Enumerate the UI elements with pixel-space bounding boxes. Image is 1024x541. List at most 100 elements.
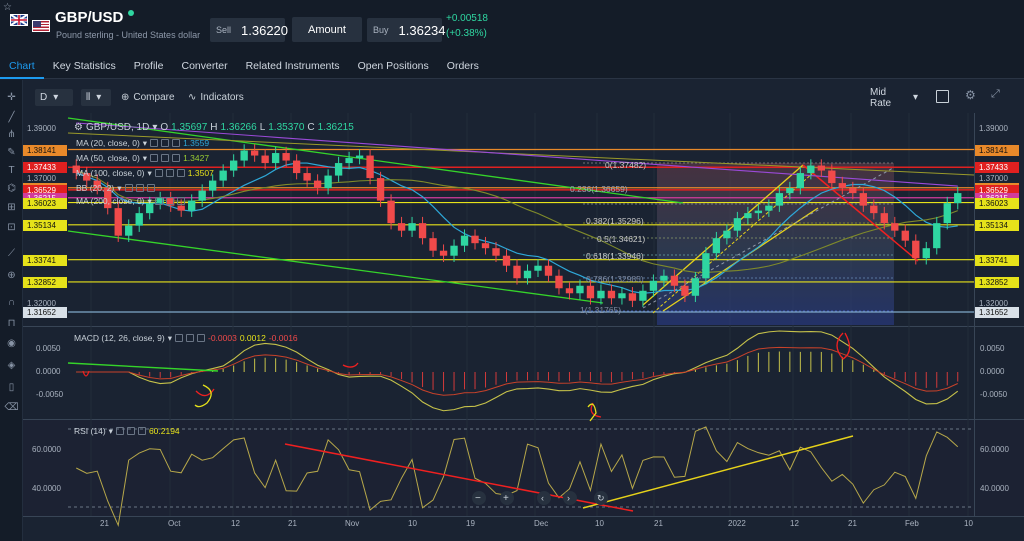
prediction-icon[interactable]: ⊞ (4, 200, 19, 214)
eye-icon[interactable] (154, 169, 163, 177)
right-price-label: 1.33741 (975, 254, 1019, 266)
ruler-icon[interactable]: ⟋ (4, 246, 19, 260)
layers-icon[interactable]: ◈ (4, 358, 19, 372)
candle-body (628, 293, 637, 301)
chart-type-select[interactable]: ⫴ ▾ (81, 89, 111, 106)
eye-icon[interactable] (150, 139, 159, 147)
magnet-icon[interactable]: ∩ (4, 295, 19, 309)
settings-icon[interactable] (135, 184, 144, 192)
settings-icon[interactable] (185, 334, 194, 342)
zoom-out-glyph: − (475, 493, 481, 504)
scroll-right-icon[interactable] (563, 491, 577, 505)
star-icon[interactable]: ☆ (3, 2, 12, 13)
legend-ma50[interactable]: MA (50, close, 0) ▾ 1.3427 (76, 153, 209, 163)
low-label: L (259, 122, 266, 133)
crosshair-icon[interactable]: ✛ (4, 90, 19, 104)
scroll-left-icon[interactable] (537, 491, 551, 505)
interval-select[interactable]: D ▾ (35, 89, 73, 106)
candle-body (744, 213, 752, 219)
tab-converter[interactable]: Converter (172, 55, 236, 79)
eye-icon[interactable] (174, 334, 183, 342)
lock-icon[interactable]: ⊓ (4, 316, 19, 330)
chevron-down-icon: ▾ (912, 92, 918, 103)
macd-scale-right-3: -0.0050 (980, 390, 1008, 399)
close-icon[interactable] (176, 169, 185, 177)
instrument-header: ☆ GBP/USD Pound sterling - United States… (0, 0, 1024, 55)
settings-icon[interactable] (126, 427, 135, 435)
settings-icon[interactable] (161, 154, 170, 162)
candle-body (586, 285, 595, 299)
tab-chart[interactable]: Chart (0, 55, 44, 79)
legend-ma20[interactable]: MA (20, close, 0) ▾ 1.3559 (76, 138, 209, 148)
candles-icon: ⫴ (86, 92, 91, 103)
compare-button[interactable]: ⊕ Compare (121, 89, 175, 106)
candle-body (397, 223, 406, 231)
chevron-down-icon: ▾ (108, 426, 113, 436)
right-price-label: 1.36023 (975, 197, 1019, 209)
pattern-icon[interactable]: ⌬ (4, 181, 19, 195)
trash-icon[interactable]: ⌫ (4, 400, 19, 414)
price-change: +0.00518 (446, 13, 488, 24)
eye-icon[interactable] (154, 197, 163, 205)
right-price-label: 1.31652 (975, 307, 1019, 318)
pitchfork-icon[interactable]: ⋔ (4, 127, 19, 141)
legend-ma100[interactable]: MA (100, close, 0) ▾ 1.3507 (76, 168, 214, 178)
buy-button[interactable]: Buy 1.36234 (367, 18, 446, 42)
ma20-label: MA (20, close, 0) (76, 138, 140, 148)
tab-open-positions[interactable]: Open Positions (349, 55, 438, 79)
close-icon[interactable] (176, 197, 185, 205)
shapes-icon[interactable]: ⊡ (4, 220, 19, 234)
rsi-legend[interactable]: RSI (14) ▾ 60.2194 (74, 426, 180, 436)
close-icon[interactable] (172, 139, 181, 147)
trendline-icon[interactable]: ╱ (4, 110, 19, 124)
candle-body (471, 235, 479, 244)
chevron-down-icon: ▾ (142, 138, 148, 148)
settings-icon[interactable] (165, 169, 174, 177)
close-icon[interactable] (196, 334, 205, 342)
gear-icon[interactable]: ⚙ (965, 88, 976, 102)
candle-body (450, 245, 458, 256)
close-icon[interactable] (172, 154, 181, 162)
interval-value: D (40, 92, 48, 103)
legend-bb[interactable]: BB (20, 2) ▾ (76, 183, 155, 193)
tab-related-instruments[interactable]: Related Instruments (237, 55, 349, 79)
left-price-label: 1.39000 (27, 124, 56, 133)
tab-profile[interactable]: Profile (125, 55, 173, 79)
amount-input[interactable]: Amount (292, 17, 362, 42)
close-icon[interactable] (146, 184, 155, 192)
tab-orders[interactable]: Orders (438, 55, 488, 79)
settings-icon[interactable] (165, 197, 174, 205)
settings-icon[interactable]: ⚙ (74, 123, 83, 133)
settings-icon[interactable] (161, 139, 170, 147)
eye-icon[interactable] (150, 154, 159, 162)
candle-body (723, 230, 731, 239)
rate-select[interactable]: Mid Rate ▾ (865, 87, 923, 109)
candle-body (387, 200, 395, 224)
rsi-scale-right-2: 40.0000 (980, 484, 1009, 493)
legend-ma200[interactable]: MA (200, close, 0) ▾ (76, 196, 185, 206)
sell-button[interactable]: Sell 1.36220 (210, 18, 288, 42)
zoom-in-icon[interactable]: ⊕ (4, 268, 19, 282)
fullscreen-box-icon[interactable] (936, 90, 949, 103)
candle-body (912, 240, 920, 259)
tab-key-statistics[interactable]: Key Statistics (44, 55, 125, 79)
ma50-value: 1.3427 (183, 153, 210, 163)
chevron-down-icon: ▾ (53, 92, 59, 103)
brush-icon[interactable]: ✎ (4, 145, 19, 159)
expand-icon[interactable]: ⤢ (991, 88, 1000, 101)
eye-icon[interactable] (115, 427, 124, 435)
date-tick: 10 (595, 519, 604, 528)
text-icon[interactable]: T (4, 163, 19, 177)
candle-body (271, 153, 280, 164)
date-tick: Dec (534, 519, 549, 528)
close-icon[interactable] (137, 427, 146, 435)
macd-legend[interactable]: MACD (12, 26, close, 9) ▾ -0.0003 0.0012 … (74, 333, 298, 343)
candle-body (901, 230, 909, 241)
candle-body (943, 203, 951, 224)
candle-body (366, 155, 374, 179)
eye-icon[interactable]: ◉ (4, 336, 19, 350)
close-value: 1.36215 (317, 122, 354, 133)
indicators-button[interactable]: ∿ Indicators (188, 89, 244, 106)
delete-icon[interactable]: ▯ (4, 380, 19, 394)
eye-icon[interactable] (124, 184, 133, 192)
